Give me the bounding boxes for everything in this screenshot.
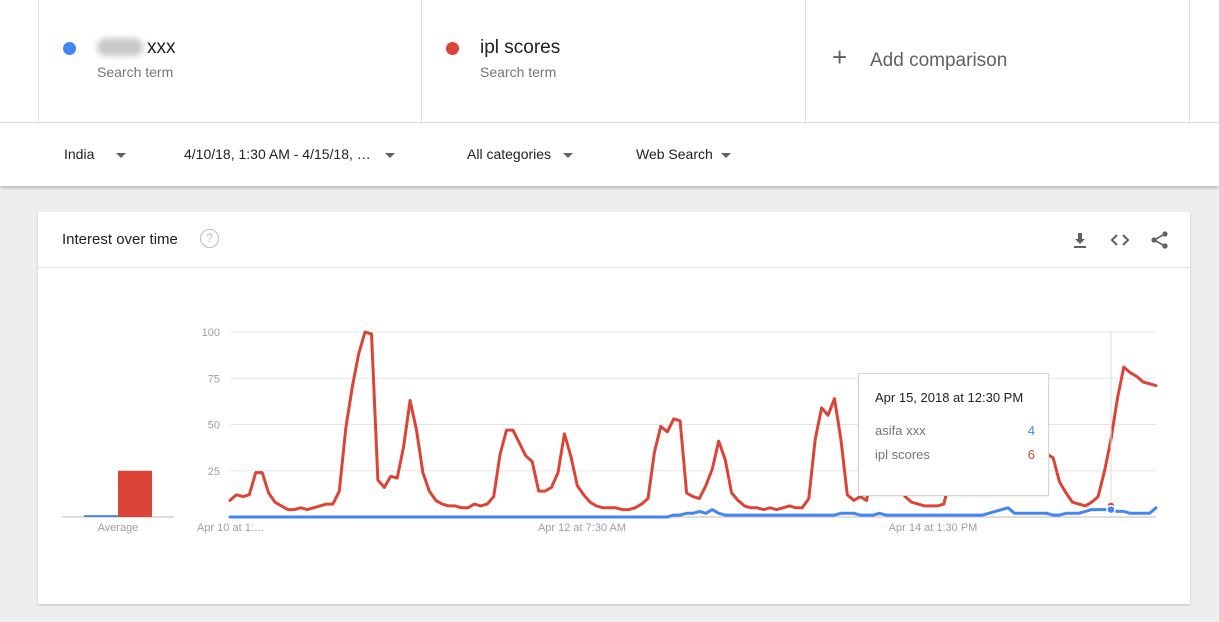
tooltip-series-value: 4 — [1027, 423, 1035, 438]
chart-tooltip: Apr 15, 2018 at 12:30 PM asifa xxx 4 ipl… — [858, 373, 1049, 496]
x-tick-label: Apr 10 at 1:… — [197, 522, 265, 534]
tooltip-series-name: asifa xxx — [875, 423, 926, 438]
tooltip-series-value: 6 — [1027, 447, 1035, 462]
tooltip-series-name: ipl scores — [875, 447, 930, 462]
tooltip-date: Apr 15, 2018 at 12:30 PM — [875, 390, 1024, 405]
x-tick-label: Apr 12 at 7:30 AM — [538, 522, 626, 534]
y-tick-label: 75 — [208, 373, 220, 385]
tooltip-row: asifa xxx 4 — [875, 423, 1035, 438]
hover-marker — [1106, 504, 1116, 515]
average-axis-label: Average — [98, 522, 139, 534]
average-bar-chart: Average — [62, 470, 174, 534]
x-axis-ticks: Apr 10 at 1:… Apr 12 at 7:30 AM Apr 14 at … — [197, 522, 977, 534]
hover-markers — [1106, 501, 1116, 515]
y-tick-label: 100 — [202, 327, 220, 339]
y-tick-label: 25 — [208, 466, 220, 478]
series-line — [228, 506, 1158, 519]
average-bar — [84, 515, 118, 517]
average-bar — [118, 470, 152, 517]
interest-chart: 25 50 75 100 Average Apr 10 at 1:… Apr 12 at… — [62, 327, 1158, 534]
tooltip-row: ipl scores 6 — [875, 447, 1035, 462]
x-tick-label: Apr 14 at 1:30 PM — [889, 522, 978, 534]
y-tick-label: 50 — [208, 420, 220, 432]
